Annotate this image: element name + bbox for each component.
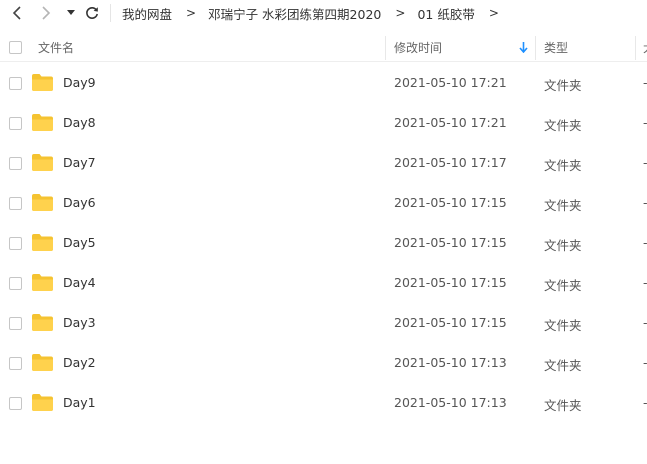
file-type: 文件夹 <box>544 118 582 133</box>
file-row[interactable]: Day4 2021-05-10 17:15 文件夹 - <box>0 263 647 303</box>
file-size: - <box>643 315 647 330</box>
refresh-button[interactable] <box>82 3 102 23</box>
folder-icon <box>32 74 53 91</box>
breadcrumb-separator: > <box>186 6 197 20</box>
file-size: - <box>643 275 647 290</box>
file-name[interactable]: Day8 <box>63 115 96 130</box>
file-row[interactable]: Day7 2021-05-10 17:17 文件夹 - <box>0 143 647 183</box>
file-type: 文件夹 <box>544 398 582 413</box>
caret-down-icon <box>67 10 75 15</box>
file-type: 文件夹 <box>544 158 582 173</box>
file-row[interactable]: Day9 2021-05-10 17:21 文件夹 - <box>0 63 647 103</box>
file-modified: 2021-05-10 17:21 <box>394 75 507 90</box>
column-header-type[interactable]: 类型 <box>544 34 568 61</box>
file-size: - <box>643 355 647 370</box>
file-size: - <box>643 75 647 90</box>
row-checkbox[interactable] <box>9 197 22 210</box>
chevron-left-icon <box>12 6 21 20</box>
column-header-name[interactable]: 文件名 <box>38 34 74 61</box>
folder-icon <box>32 234 53 251</box>
column-header: 文件名 修改时间 类型 大 <box>0 34 647 62</box>
file-browser: 我的网盘 > 邓瑞宁子 水彩团练第四期2020 > 01 纸胶带 > 文件名 修… <box>0 0 647 464</box>
file-type: 文件夹 <box>544 238 582 253</box>
file-modified: 2021-05-10 17:17 <box>394 155 507 170</box>
row-checkbox[interactable] <box>9 397 22 410</box>
file-name[interactable]: Day1 <box>63 395 96 410</box>
column-divider[interactable] <box>635 36 636 60</box>
file-type: 文件夹 <box>544 358 582 373</box>
file-size: - <box>643 235 647 250</box>
breadcrumb-item-course[interactable]: 邓瑞宁子 水彩团练第四期2020 <box>208 4 381 23</box>
breadcrumb-separator[interactable]: > <box>489 6 499 20</box>
file-modified: 2021-05-10 17:15 <box>394 235 507 250</box>
select-all-checkbox[interactable] <box>9 41 22 54</box>
file-name[interactable]: Day5 <box>63 235 96 250</box>
row-checkbox[interactable] <box>9 157 22 170</box>
toolbar: 我的网盘 > 邓瑞宁子 水彩团练第四期2020 > 01 纸胶带 > <box>0 0 647 26</box>
breadcrumb: 我的网盘 > 邓瑞宁子 水彩团练第四期2020 > 01 纸胶带 > <box>122 0 511 26</box>
row-checkbox[interactable] <box>9 77 22 90</box>
row-checkbox[interactable] <box>9 277 22 290</box>
chevron-right-icon <box>42 6 51 20</box>
file-modified: 2021-05-10 17:13 <box>394 355 507 370</box>
arrow-down-icon[interactable] <box>519 42 528 53</box>
breadcrumb-item-root[interactable]: 我的网盘 <box>122 4 172 23</box>
file-modified: 2021-05-10 17:13 <box>394 395 507 410</box>
file-row[interactable]: Day2 2021-05-10 17:13 文件夹 - <box>0 343 647 383</box>
file-type: 文件夹 <box>544 318 582 333</box>
file-size: - <box>643 195 647 210</box>
file-size: - <box>643 395 647 410</box>
folder-icon <box>32 274 53 291</box>
file-row[interactable]: Day1 2021-05-10 17:13 文件夹 - <box>0 383 647 423</box>
file-list: Day9 2021-05-10 17:21 文件夹 - Day8 2021-05… <box>0 63 647 423</box>
file-name[interactable]: Day4 <box>63 275 96 290</box>
file-name[interactable]: Day2 <box>63 355 96 370</box>
file-modified: 2021-05-10 17:21 <box>394 115 507 130</box>
file-name[interactable]: Day9 <box>63 75 96 90</box>
forward-button[interactable] <box>35 3 55 23</box>
column-header-size[interactable]: 大 <box>643 34 647 61</box>
folder-icon <box>32 114 53 131</box>
file-name[interactable]: Day3 <box>63 315 96 330</box>
row-checkbox[interactable] <box>9 117 22 130</box>
toolbar-divider <box>110 4 111 22</box>
file-modified: 2021-05-10 17:15 <box>394 275 507 290</box>
file-type: 文件夹 <box>544 198 582 213</box>
file-row[interactable]: Day3 2021-05-10 17:15 文件夹 - <box>0 303 647 343</box>
back-button[interactable] <box>8 3 28 23</box>
file-row[interactable]: Day5 2021-05-10 17:15 文件夹 - <box>0 223 647 263</box>
file-type: 文件夹 <box>544 278 582 293</box>
breadcrumb-separator: > <box>395 6 406 20</box>
file-row[interactable]: Day8 2021-05-10 17:21 文件夹 - <box>0 103 647 143</box>
file-name[interactable]: Day6 <box>63 195 96 210</box>
folder-icon <box>32 314 53 331</box>
refresh-icon <box>86 6 98 19</box>
file-row[interactable]: Day6 2021-05-10 17:15 文件夹 - <box>0 183 647 223</box>
folder-icon <box>32 194 53 211</box>
column-header-modified[interactable]: 修改时间 <box>394 34 442 61</box>
file-type: 文件夹 <box>544 78 582 93</box>
file-size: - <box>643 155 647 170</box>
file-name[interactable]: Day7 <box>63 155 96 170</box>
row-checkbox[interactable] <box>9 357 22 370</box>
folder-icon <box>32 394 53 411</box>
breadcrumb-item-current[interactable]: 01 纸胶带 <box>417 4 474 23</box>
folder-icon <box>32 154 53 171</box>
file-modified: 2021-05-10 17:15 <box>394 195 507 210</box>
file-modified: 2021-05-10 17:15 <box>394 315 507 330</box>
row-checkbox[interactable] <box>9 237 22 250</box>
folder-icon <box>32 354 53 371</box>
history-dropdown-button[interactable] <box>61 3 81 23</box>
row-checkbox[interactable] <box>9 317 22 330</box>
column-divider[interactable] <box>535 36 536 60</box>
column-divider[interactable] <box>385 36 386 60</box>
file-size: - <box>643 115 647 130</box>
